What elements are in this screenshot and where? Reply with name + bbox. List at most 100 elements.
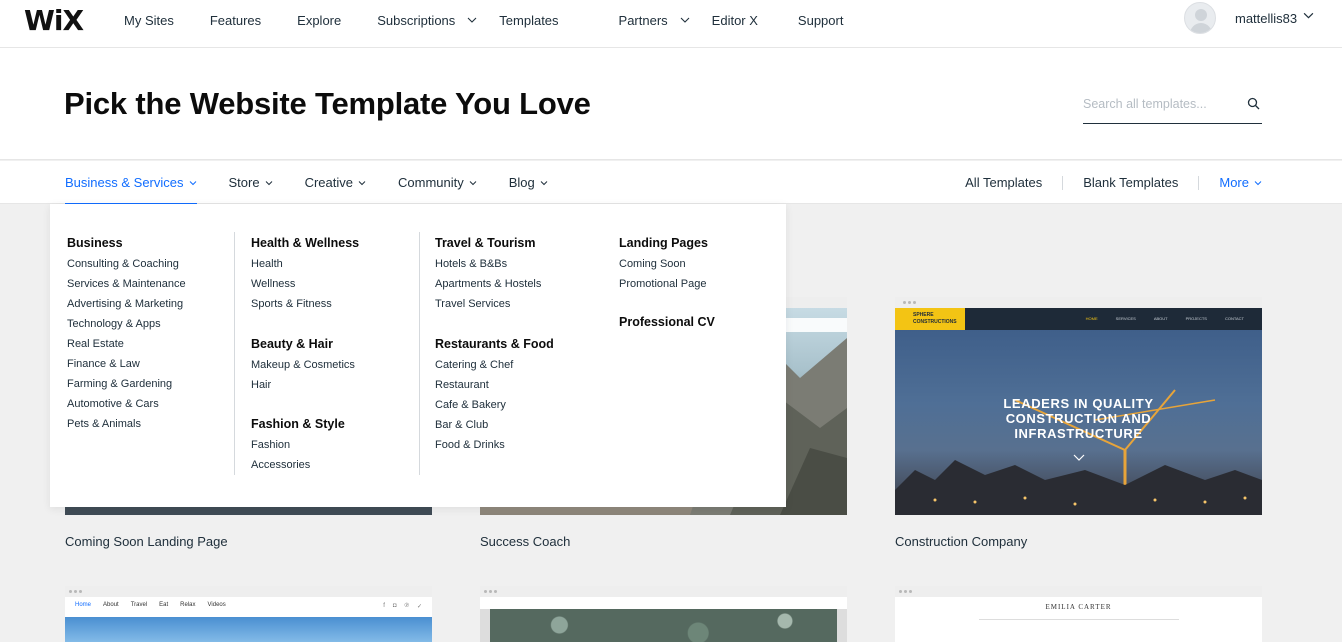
link-all-templates[interactable]: All Templates: [945, 175, 1062, 190]
tab-blog[interactable]: Blog: [509, 161, 548, 204]
preview-header: Home About Travel Eat Relax Videos f ◘ ℗ ✓: [65, 597, 432, 617]
menu-item[interactable]: Travel Services: [435, 294, 554, 314]
menu-item[interactable]: Real Estate: [67, 334, 186, 354]
nav-label: Features: [209, 12, 262, 28]
menu-group-title[interactable]: Professional CV: [619, 311, 715, 333]
menu-group-fashion-style: Fashion & Style Fashion Accessories: [251, 413, 359, 475]
tab-creative[interactable]: Creative: [305, 161, 366, 204]
chevron-down-icon[interactable]: [1303, 10, 1314, 21]
avatar[interactable]: [1184, 2, 1216, 34]
menu-item[interactable]: Services & Maintenance: [67, 274, 186, 294]
preview-nav: Home About Travel Eat Relax Videos: [75, 602, 226, 608]
tab-store[interactable]: Store: [229, 161, 273, 204]
menu-group-title[interactable]: Travel & Tourism: [435, 232, 554, 254]
menu-item[interactable]: Wellness: [251, 274, 359, 294]
template-title[interactable]: Success Coach: [480, 534, 570, 549]
menu-item[interactable]: Advertising & Marketing: [67, 294, 186, 314]
menu-item[interactable]: Hair: [251, 375, 359, 395]
menu-item[interactable]: Apartments & Hostels: [435, 274, 554, 294]
menu-item[interactable]: Technology & Apps: [67, 314, 186, 334]
menu-item[interactable]: Catering & Chef: [435, 355, 554, 375]
menu-column-3: Travel & Tourism Hotels & B&Bs Apartment…: [435, 232, 554, 469]
nav-support[interactable]: Support: [798, 13, 844, 28]
nav-label: Templates: [499, 12, 559, 28]
nav-templates[interactable]: Templates: [499, 13, 558, 28]
nav-editor-x[interactable]: Editor X: [712, 13, 758, 28]
page-title: Pick the Website Template You Love: [64, 86, 591, 121]
menu-item[interactable]: Makeup & Cosmetics: [251, 355, 359, 375]
link-blank-templates[interactable]: Blank Templates: [1062, 175, 1198, 190]
search-icon[interactable]: [1247, 97, 1260, 110]
browser-bar: [895, 297, 1262, 308]
chevron-down-icon: [189, 180, 196, 185]
nav-my-sites[interactable]: My Sites: [124, 13, 174, 28]
menu-group-title[interactable]: Business: [67, 232, 186, 254]
menu-group-landing-pages: Landing Pages Coming Soon Promotional Pa…: [619, 232, 715, 294]
tab-community[interactable]: Community: [398, 161, 477, 204]
template-title[interactable]: Construction Company: [895, 534, 1027, 549]
menu-item[interactable]: Automotive & Cars: [67, 394, 186, 414]
menu-item[interactable]: Restaurant: [435, 375, 554, 395]
preview-nav-item: Eat: [159, 602, 169, 608]
menu-item[interactable]: Cafe & Bakery: [435, 395, 554, 415]
menu-group-title[interactable]: Fashion & Style: [251, 413, 359, 435]
template-card-construction[interactable]: SPHERE CONSTRUCTIONS HOME SERVICES ABOUT…: [895, 297, 1262, 515]
menu-item[interactable]: Sports & Fitness: [251, 294, 359, 314]
template-card-emilia-carter[interactable]: EMILIA CARTER: [895, 586, 1262, 642]
user-menu[interactable]: mattellis83: [1184, 2, 1314, 34]
nav-features[interactable]: Features: [210, 13, 261, 28]
menu-item[interactable]: Hotels & B&Bs: [435, 254, 554, 274]
preview-headline: LEADERS IN QUALITY CONSTRUCTION AND INFR…: [895, 396, 1262, 441]
menu-item[interactable]: Fashion: [251, 435, 359, 455]
nav-partners[interactable]: Partners: [619, 13, 690, 28]
tab-label: Blog: [508, 175, 535, 190]
nav-subscriptions[interactable]: Subscriptions: [377, 13, 477, 28]
menu-group-title[interactable]: Landing Pages: [619, 232, 715, 254]
category-links: All Templates Blank Templates More: [945, 161, 1262, 204]
template-card-travel[interactable]: Home About Travel Eat Relax Videos f ◘ ℗ ✓: [65, 586, 432, 642]
menu-group-title[interactable]: Health & Wellness: [251, 232, 359, 254]
menu-group-beauty-hair: Beauty & Hair Makeup & Cosmetics Hair: [251, 333, 359, 395]
preview-headline-line: CONSTRUCTION AND: [1005, 411, 1152, 426]
wix-logo[interactable]: WiX: [24, 4, 84, 37]
preview-nav-item: SERVICES: [1115, 316, 1136, 321]
preview-headline-line: INFRASTRUCTURE: [1014, 426, 1143, 441]
preview-name: EMILIA CARTER: [1045, 603, 1112, 611]
chevron-down-icon: [1073, 454, 1085, 461]
menu-item[interactable]: Bar & Club: [435, 415, 554, 435]
menu-item[interactable]: Finance & Law: [67, 354, 186, 374]
menu-item[interactable]: Pets & Animals: [67, 414, 186, 434]
search-box: [1083, 92, 1262, 124]
template-title[interactable]: Coming Soon Landing Page: [65, 534, 228, 549]
menu-column-4: Landing Pages Coming Soon Promotional Pa…: [619, 232, 715, 347]
preview-nav-item: HOME: [1085, 316, 1098, 321]
nav-label: Subscriptions: [377, 12, 456, 28]
pinterest-icon: ℗: [404, 603, 409, 609]
menu-item[interactable]: Consulting & Coaching: [67, 254, 186, 274]
more-dropdown[interactable]: More: [1198, 175, 1262, 190]
browser-bar: [895, 586, 1262, 597]
column-divider: [419, 232, 420, 475]
template-card-floral[interactable]: [480, 586, 847, 642]
browser-bar: [480, 586, 847, 597]
nav-label: Editor X: [711, 12, 758, 28]
menu-group-title[interactable]: Restaurants & Food: [435, 333, 554, 355]
hero-header: Pick the Website Template You Love: [0, 48, 1342, 160]
tab-label: Store: [228, 175, 260, 190]
menu-item[interactable]: Coming Soon: [619, 254, 715, 274]
menu-group-title[interactable]: Beauty & Hair: [251, 333, 359, 355]
menu-column-2: Health & Wellness Health Wellness Sports…: [251, 232, 359, 489]
menu-item[interactable]: Food & Drinks: [435, 435, 554, 455]
menu-item[interactable]: Health: [251, 254, 359, 274]
tab-business-services[interactable]: Business & Services: [65, 161, 197, 204]
menu-item[interactable]: Accessories: [251, 455, 359, 475]
search-input[interactable]: [1083, 92, 1233, 116]
preview-header: SPHERE CONSTRUCTIONS HOME SERVICES ABOUT…: [895, 308, 1262, 330]
chevron-down-icon: [467, 17, 477, 23]
tab-label: Business & Services: [65, 175, 184, 190]
chevron-down-icon: [680, 17, 690, 23]
menu-item[interactable]: Farming & Gardening: [67, 374, 186, 394]
username[interactable]: mattellis83: [1235, 11, 1297, 26]
menu-item[interactable]: Promotional Page: [619, 274, 715, 294]
nav-explore[interactable]: Explore: [297, 13, 341, 28]
